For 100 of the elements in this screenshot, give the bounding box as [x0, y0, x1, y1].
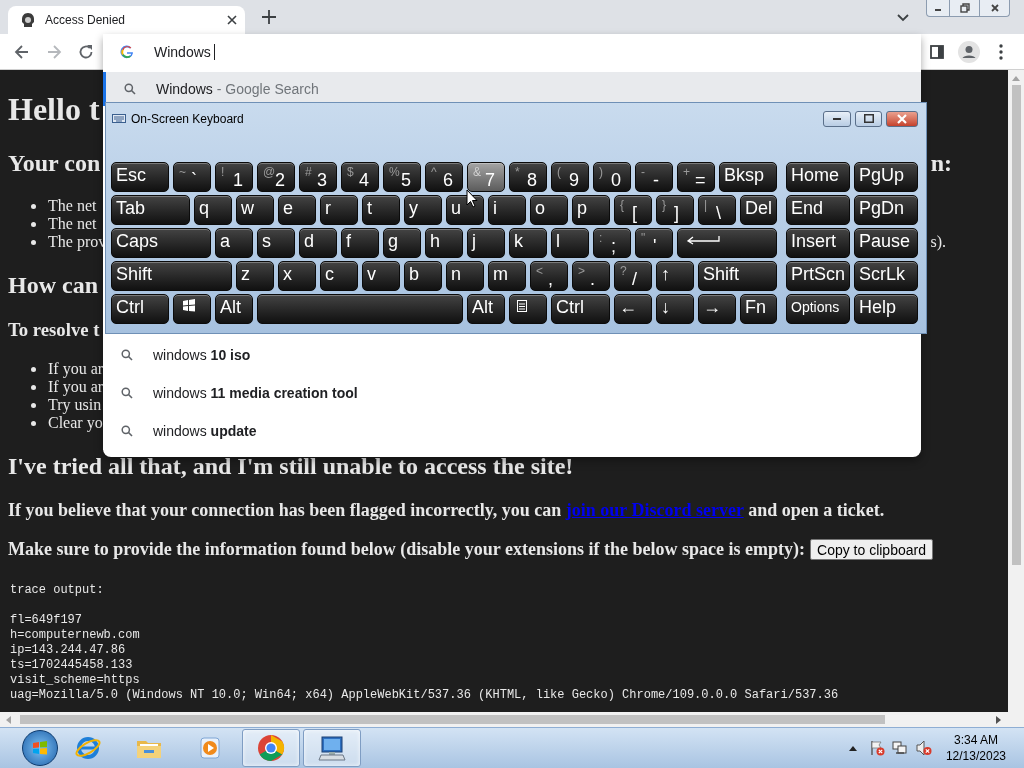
keyboard-key[interactable]: j	[467, 228, 505, 258]
reload-icon[interactable]	[77, 42, 95, 61]
keyboard-key[interactable]: Pause	[854, 228, 918, 258]
keyboard-key[interactable]: - -	[635, 162, 673, 192]
keyboard-key[interactable]: ? /	[614, 261, 652, 291]
copy-button[interactable]: Copy to clipboard	[810, 539, 933, 560]
keyboard-key[interactable]: ^ 6	[425, 162, 463, 192]
suggestion-item[interactable]: windows 11 media creation tool	[103, 374, 921, 412]
keyboard-key[interactable]: o	[530, 195, 568, 225]
keyboard-key[interactable]: > .	[572, 261, 610, 291]
keyboard-key[interactable]: + =	[677, 162, 715, 192]
keyboard-key[interactable]: Insert	[786, 228, 850, 258]
keyboard-key[interactable]: f	[341, 228, 379, 258]
maximize-button[interactable]	[855, 110, 882, 127]
keyboard-key[interactable]: ↓	[656, 294, 694, 324]
keyboard-key[interactable]: $ 4	[341, 162, 379, 192]
keyboard-key[interactable]: Esc	[111, 162, 169, 192]
keyboard-key[interactable]: Options	[786, 294, 850, 324]
horizontal-scrollbar[interactable]	[0, 712, 1024, 727]
keyboard-key[interactable]: | \	[698, 195, 736, 225]
keyboard-key[interactable]: t	[362, 195, 400, 225]
close-button[interactable]	[886, 110, 918, 127]
enter-key[interactable]	[677, 228, 777, 258]
keyboard-key[interactable]: Help	[854, 294, 918, 324]
keyboard-key[interactable]: Caps	[111, 228, 211, 258]
keyboard-key[interactable]: d	[299, 228, 337, 258]
keyboard-key[interactable]: @2	[257, 162, 295, 192]
keyboard-key[interactable]: Bksp	[719, 162, 777, 192]
keyboard-key[interactable]: " '	[635, 228, 673, 258]
keyboard-key[interactable]: # 3	[299, 162, 337, 192]
keyboard-key[interactable]: x	[278, 261, 316, 291]
close-icon[interactable]	[227, 15, 237, 25]
side-panel-icon[interactable]	[930, 44, 944, 59]
keyboard-key[interactable]: { [	[614, 195, 652, 225]
keyboard-key[interactable]: PgUp	[854, 162, 918, 192]
keyboard-key[interactable]: Shift	[111, 261, 232, 291]
keyboard-key[interactable]: ) 0	[593, 162, 631, 192]
windows-key[interactable]	[173, 294, 211, 324]
flag-icon[interactable]	[868, 740, 885, 756]
keyboard-key[interactable]: Ctrl	[551, 294, 610, 324]
keyboard-key[interactable]: →	[698, 294, 736, 324]
menu-key[interactable]	[509, 294, 547, 324]
keyboard-key[interactable]: End	[786, 195, 850, 225]
taskbar-button[interactable]	[303, 729, 361, 767]
keyboard-key[interactable]: } ]	[656, 195, 694, 225]
vertical-scrollbar[interactable]	[1008, 70, 1024, 712]
keyboard-key[interactable]: ( 9	[551, 162, 589, 192]
back-arrow-icon[interactable]	[13, 42, 31, 61]
keyboard-key[interactable]: h	[425, 228, 463, 258]
keyboard-key[interactable]: g	[383, 228, 421, 258]
keyboard-key[interactable]: Alt	[215, 294, 253, 324]
keyboard-key[interactable]: Tab	[111, 195, 190, 225]
keyboard-key[interactable]: q	[194, 195, 232, 225]
keyboard-key[interactable]: Alt	[467, 294, 505, 324]
profile-icon[interactable]	[958, 40, 980, 63]
keyboard-key[interactable]: a	[215, 228, 253, 258]
keyboard-key[interactable]: Home	[786, 162, 850, 192]
keyboard-key[interactable]: ScrLk	[854, 261, 918, 291]
keyboard-key[interactable]: v	[362, 261, 400, 291]
keyboard-key[interactable]: r	[320, 195, 358, 225]
keyboard-key[interactable]: PgDn	[854, 195, 918, 225]
minimize-button[interactable]	[823, 110, 851, 127]
keyboard-key[interactable]: e	[278, 195, 316, 225]
keyboard-key[interactable]: Fn	[740, 294, 777, 324]
keyboard-key[interactable]: Shift	[698, 261, 777, 291]
keyboard-key[interactable]: c	[320, 261, 358, 291]
keyboard-key[interactable]: i	[488, 195, 526, 225]
keyboard-key[interactable]: w	[236, 195, 274, 225]
suggestion-item[interactable]: windows 10 iso	[103, 336, 921, 374]
keyboard-key[interactable]: PrtScn	[786, 261, 850, 291]
menu-icon[interactable]	[999, 43, 1003, 60]
keyboard-key[interactable]: * 8	[509, 162, 547, 192]
keyboard-key[interactable]: & 7	[467, 162, 505, 192]
chevron-up-icon[interactable]	[848, 745, 857, 751]
keyboard-key[interactable]: Del	[740, 195, 777, 225]
address-field[interactable]: Windows	[103, 34, 921, 70]
keyboard-key[interactable]: l	[551, 228, 589, 258]
browser-tab[interactable]: Access Denied	[8, 6, 245, 34]
keyboard-key[interactable]: m	[488, 261, 526, 291]
suggestion-item[interactable]: windows update	[103, 412, 921, 450]
keyboard-key[interactable]: b	[404, 261, 442, 291]
keyboard-key[interactable]: ! 1	[215, 162, 253, 192]
taskbar-button[interactable]	[242, 729, 300, 767]
keyboard-key[interactable]: p	[572, 195, 610, 225]
keyboard-key[interactable]: z	[236, 261, 274, 291]
speaker-muted-icon[interactable]	[915, 740, 932, 756]
space-key[interactable]	[257, 294, 463, 324]
keyboard-key[interactable]: < ,	[530, 261, 568, 291]
keyboard-key[interactable]: ←	[614, 294, 652, 324]
start-button[interactable]	[22, 730, 58, 766]
keyboard-key[interactable]: Ctrl	[111, 294, 169, 324]
keyboard-key[interactable]: s	[257, 228, 295, 258]
keyboard-key[interactable]: ↑	[656, 261, 694, 291]
keyboard-key[interactable]: u	[446, 195, 484, 225]
keyboard-key[interactable]: n	[446, 261, 484, 291]
keyboard-key[interactable]: k	[509, 228, 547, 258]
keyboard-key[interactable]: ~ `	[173, 162, 211, 192]
chevron-down-icon[interactable]	[897, 14, 909, 22]
scroll-right-icon[interactable]	[996, 715, 1002, 724]
new-tab-icon[interactable]	[262, 10, 276, 24]
